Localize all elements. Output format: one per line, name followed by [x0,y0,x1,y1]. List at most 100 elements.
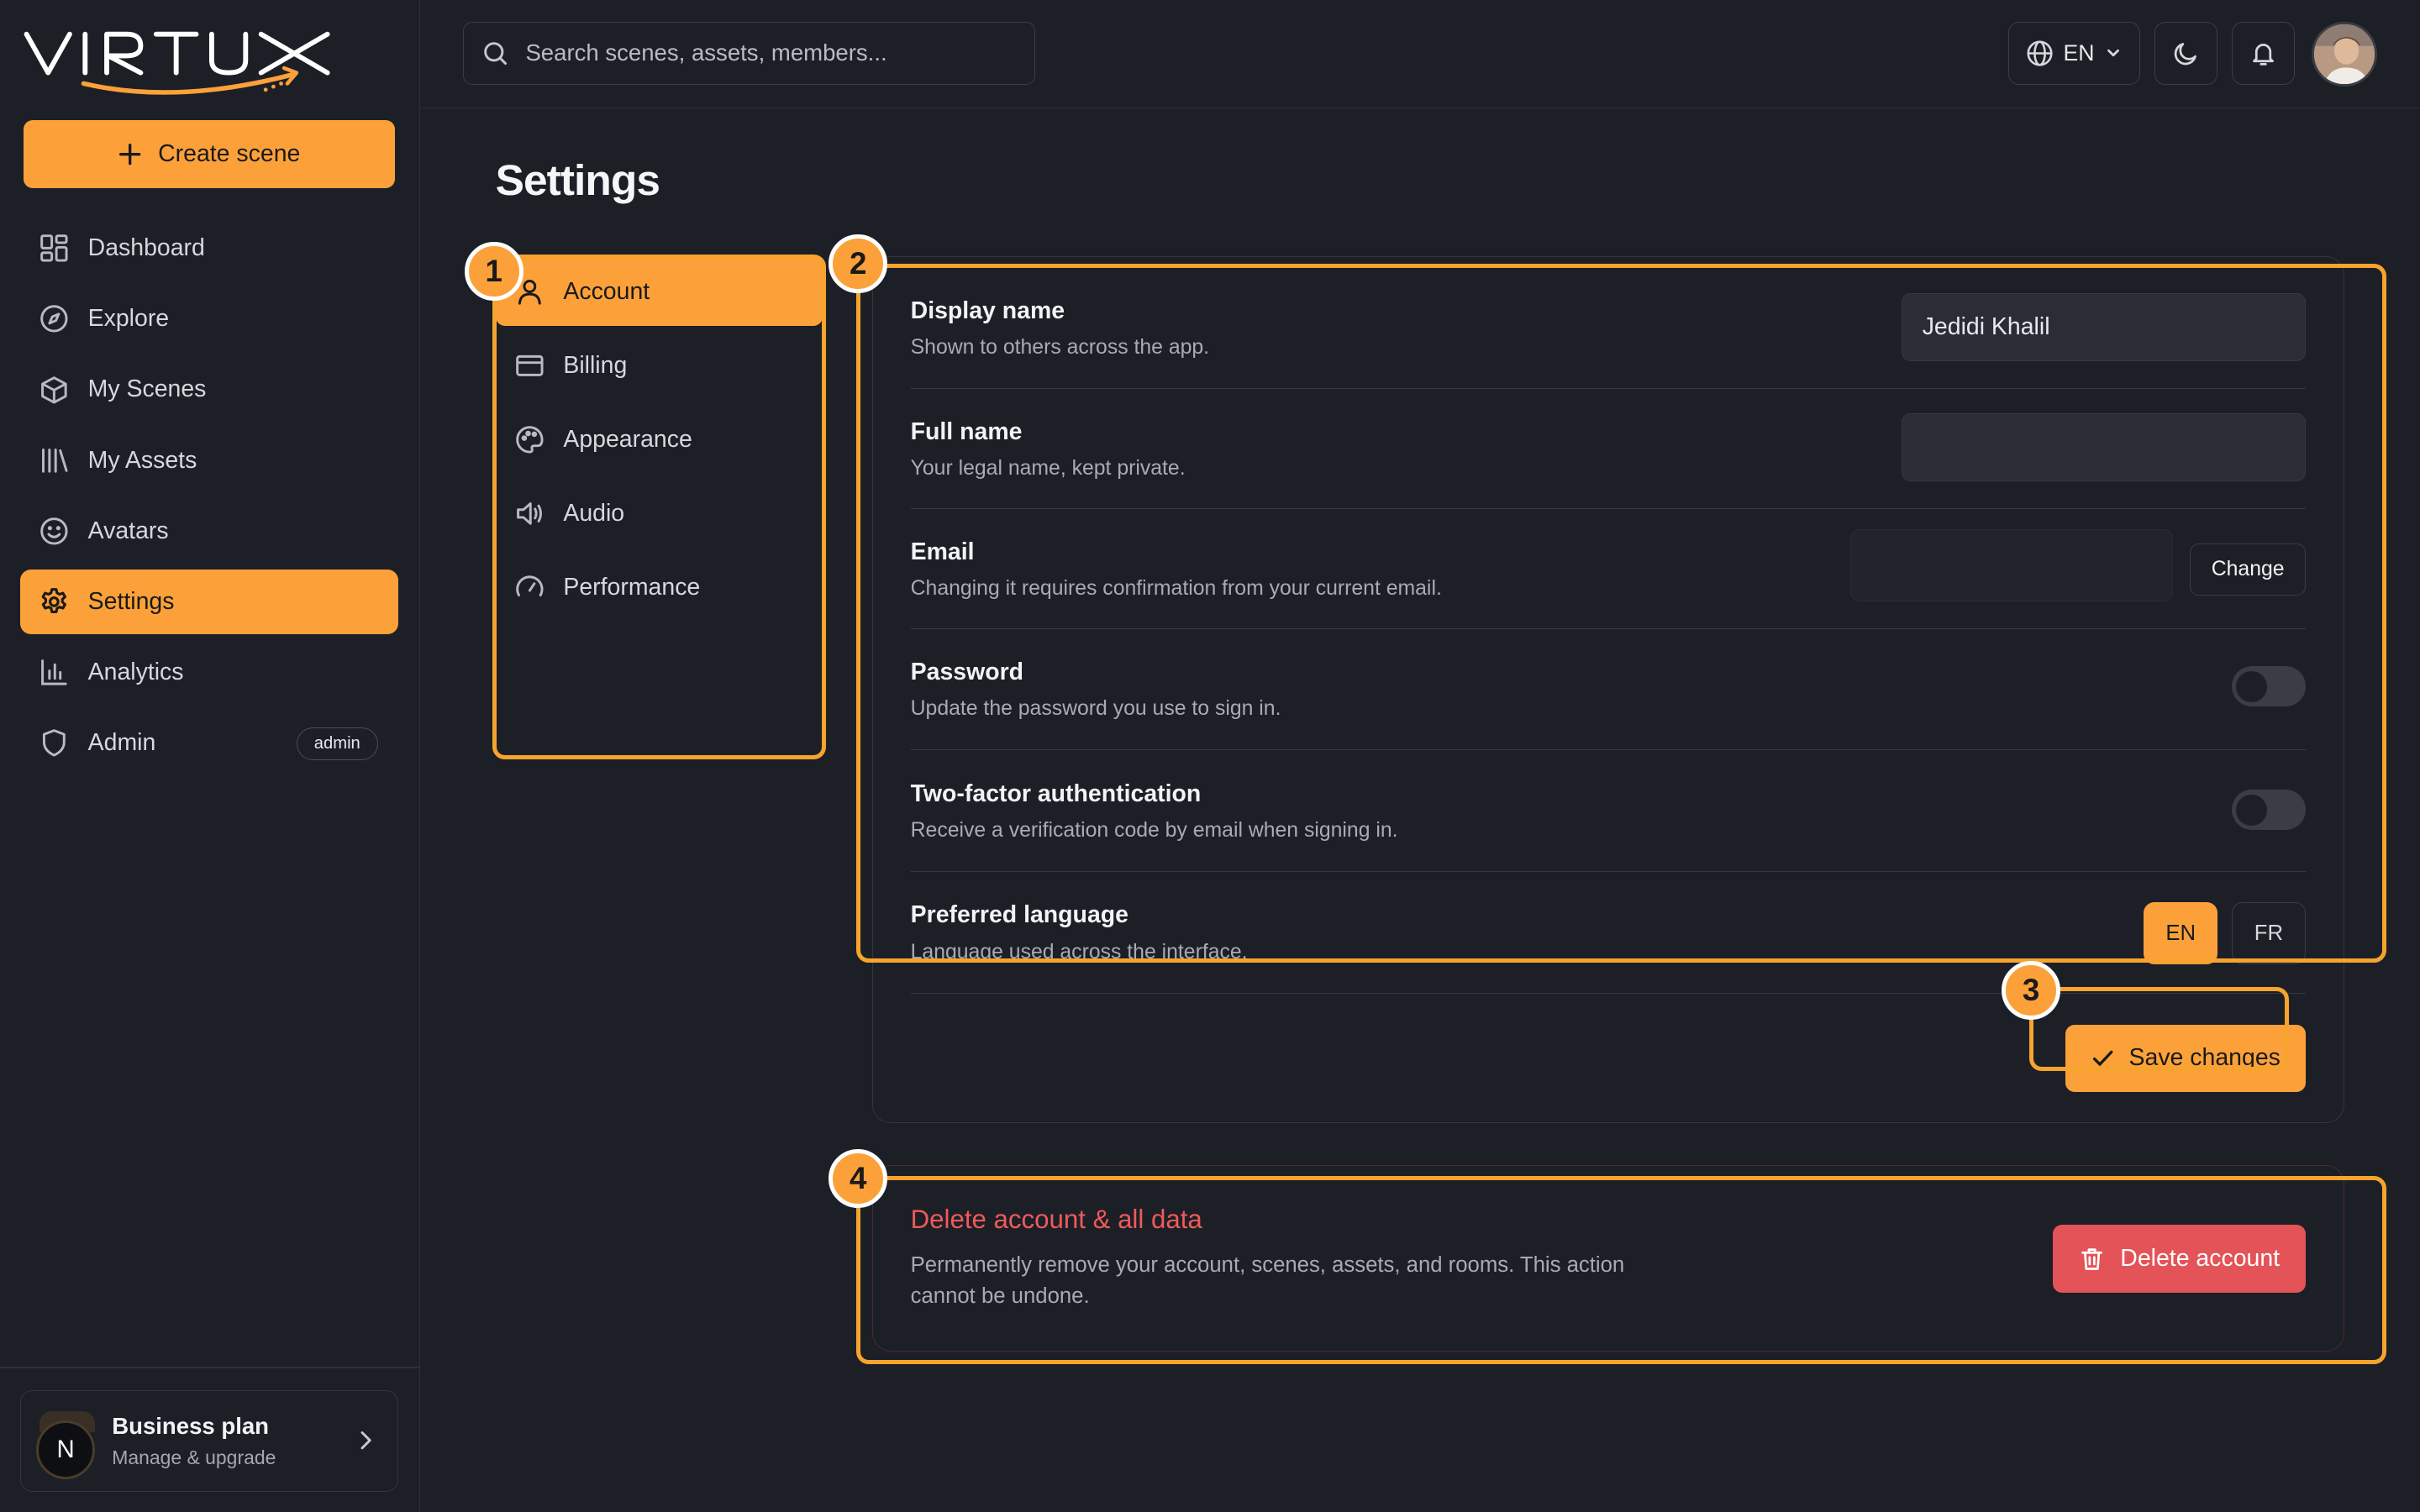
language-selector[interactable]: EN [2007,21,2141,85]
user-avatar[interactable] [2312,21,2377,87]
speaker-icon [514,498,545,529]
sidebar-item-explore[interactable]: Explore [20,286,398,351]
sidebar-item-label: Admin [87,728,156,756]
chevron-right-icon [353,1428,377,1452]
danger-zone-title: Delete account & all data [910,1205,1202,1235]
sidebar-item-admin[interactable]: Admin admin [20,711,398,775]
sidebar-item-avatars[interactable]: Avatars [20,499,398,564]
language-option-en[interactable]: EN [2144,902,2218,964]
two-factor-label: Two-factor authentication [910,780,1202,808]
dashboard-icon [39,233,70,264]
plus-icon [118,142,142,166]
email-field[interactable] [1850,528,2174,602]
compass-icon [39,303,70,334]
chevron-down-icon [2104,44,2123,62]
tab-performance[interactable]: Performance [496,554,823,622]
globe-icon [2026,39,2054,67]
notifications-button[interactable] [2231,21,2296,85]
palette-icon [514,424,545,455]
gear-icon [39,586,70,617]
full-name-description: Your legal name, kept private. [910,456,1186,480]
language-row: Preferred language Language used across … [910,874,2307,994]
divider [0,1367,420,1369]
language-label: Preferred language [910,900,1128,928]
language-description: Language used across the interface. [910,941,1248,964]
plan-title: Business plan [112,1412,269,1439]
tab-billing[interactable]: Billing [496,332,823,400]
tab-label: Billing [563,351,628,379]
display-name-description: Shown to others across the app. [910,336,1210,360]
two-factor-toggle[interactable] [2231,790,2307,831]
display-name-field[interactable] [1901,292,2307,361]
sidebar-item-label: Analytics [87,658,184,685]
tab-label: Performance [563,574,701,601]
sidebar-item-settings[interactable]: Settings [19,569,398,634]
search-input[interactable] [522,38,1017,69]
password-description: Update the password you use to sign in. [910,697,1281,721]
display-name-label: Display name [910,297,1065,325]
credit-card-icon [514,350,545,381]
sidebar-item-dashboard[interactable]: Dashboard [20,216,398,281]
tab-label: Appearance [563,425,692,453]
tab-account[interactable]: Account [495,257,823,326]
annotation-marker-1: 1 [464,242,523,302]
password-row: Password Update the password you use to … [910,629,2307,750]
delete-account-button[interactable]: Delete account [2052,1225,2307,1294]
change-email-button[interactable]: Change [2190,543,2307,596]
email-row: Email Changing it requires confirmation … [910,509,2307,630]
create-scene-button[interactable]: Create scene [23,120,396,189]
plan-subtitle: Manage & upgrade [112,1446,276,1468]
tab-label: Account [563,277,650,305]
tab-label: Audio [563,500,625,528]
sidebar-item-my-scenes[interactable]: My Scenes [20,357,398,422]
danger-zone-description: Permanently remove your account, scenes,… [910,1252,1625,1309]
display-name-row: Display name Shown to others across the … [910,269,2307,389]
annotation-marker-2: 2 [829,234,888,293]
check-icon [2091,1046,2115,1070]
moon-icon [2172,39,2200,67]
full-name-field[interactable] [1901,413,2307,482]
topbar: EN [419,0,2420,108]
language-option-fr[interactable]: FR [2231,902,2307,964]
plan-avatar: N [36,1420,96,1479]
bell-icon [2249,39,2277,67]
tab-audio[interactable]: Audio [496,480,823,548]
virtux-logo[interactable] [22,22,346,102]
save-changes-button[interactable]: Save changes [2065,1024,2307,1093]
sidebar: Create scene Dashboard Explore My Scenes… [0,0,420,1512]
delete-account-label: Delete account [2120,1245,2281,1273]
email-description: Changing it requires confirmation from y… [910,576,1442,600]
password-toggle[interactable] [2231,666,2307,707]
sidebar-item-label: Settings [87,587,175,615]
plan-card[interactable]: N Business plan Manage & upgrade [19,1389,398,1493]
tab-appearance[interactable]: Appearance [496,406,823,474]
email-label: Email [910,538,975,565]
trash-icon [2079,1246,2105,1272]
full-name-row: Full name Your legal name, kept private. [910,389,2307,510]
language-label: EN [2063,39,2095,66]
search-box[interactable] [463,21,1036,85]
create-scene-label: Create scene [158,140,301,168]
sidebar-item-label: My Assets [87,446,197,474]
sidebar-item-label: Explore [87,305,170,333]
sidebar-item-analytics[interactable]: Analytics [20,640,398,705]
save-changes-label: Save changes [2128,1044,2281,1072]
password-label: Password [910,659,1024,686]
shield-icon [39,727,70,759]
page-title: Settings [495,155,660,204]
sidebar-item-label: Dashboard [87,234,205,262]
sidebar-nav: Dashboard Explore My Scenes My Assets Av… [19,216,398,781]
admin-badge: admin [296,727,378,760]
gauge-icon [514,572,545,603]
two-factor-row: Two-factor authentication Receive a veri… [910,751,2307,872]
annotation-marker-4: 4 [829,1149,888,1209]
two-factor-description: Receive a verification code by email whe… [910,819,1398,843]
bar-chart-icon [39,657,70,688]
search-icon [482,40,508,66]
library-icon [39,445,70,476]
sidebar-item-label: Avatars [87,517,169,544]
full-name-label: Full name [910,417,1023,445]
annotation-marker-3: 3 [2002,961,2060,1021]
theme-toggle-button[interactable] [2154,21,2218,85]
sidebar-item-my-assets[interactable]: My Assets [20,428,398,492]
